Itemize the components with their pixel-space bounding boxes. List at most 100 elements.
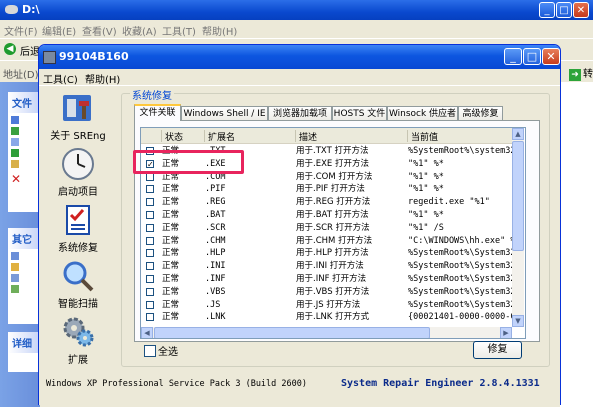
row-ext: .JS [205,299,221,310]
explorer-menu-file[interactable]: 文件(F) [4,23,38,38]
table-row[interactable]: 正常 .REG 用于.REG 打开方法 regedit.exe "%1" [141,196,513,208]
window-title-bar[interactable]: 99104B160 _ □ ✕ [39,45,560,69]
explorer-menu-favorites[interactable]: 收藏(A) [122,23,157,38]
sidebar-item-smart-scan[interactable]: 智能扫描 [44,259,112,310]
sidebar-label: 扩展 [68,355,88,366]
row-value: %SystemRoot%\System32\ [408,299,512,310]
task-panel-details: 详细 [8,332,40,372]
scroll-up-icon[interactable]: ▲ [512,128,524,140]
sidebar-item-startup[interactable]: 启动项目 [44,147,112,198]
minimize-icon[interactable]: _ [539,2,555,18]
address-label: 地址(D) [3,70,39,81]
row-status: 正常 [162,261,180,272]
scroll-left-icon[interactable]: ◀ [141,327,153,338]
row-ext: .VBS [205,286,226,297]
row-ext: .SCR [205,222,226,233]
vertical-scrollbar[interactable]: ▲ ▼ [512,128,524,327]
minimize-icon[interactable]: _ [504,48,522,65]
exe-row-highlight [133,150,244,174]
table-row[interactable]: 正常 .INI 用于.INI 打开方法 %SystemRoot%\System32\ [141,260,513,272]
column-desc[interactable]: 描述 [296,130,408,143]
table-row[interactable]: 正常 .INF 用于.INF 打开方法 %SystemRoot%\System32\ [141,273,513,285]
back-label[interactable]: 后退 [20,43,40,58]
tab-hosts-file[interactable]: HOSTS 文件 [332,106,387,120]
drive-icon [5,5,18,14]
row-ext: .BAT [205,210,226,220]
table-row[interactable]: 正常 .JS 用于.JS 打开方法 %SystemRoot%\System32\ [141,299,513,311]
row-checkbox[interactable] [146,287,154,296]
task-icon [11,263,19,271]
row-status: 正常 [162,274,180,284]
tab-advanced-repair[interactable]: 高级修复 [458,106,503,120]
checkbox-box[interactable] [144,345,156,357]
row-checkbox[interactable] [146,262,154,271]
clock-icon [61,147,95,181]
tab-windows-shell-ie[interactable]: Windows Shell / IE [181,106,268,120]
scroll-down-icon[interactable]: ▼ [512,315,524,327]
explorer-menu-view[interactable]: 查看(V) [82,23,117,38]
row-value: regedit.exe "%1" [408,197,490,208]
row-checkbox[interactable] [146,249,154,258]
menu-help[interactable]: 帮助(H) [85,71,120,86]
explorer-menu-bar: 文件(F) 编辑(E) 查看(V) 收藏(A) 工具(T) 帮助(H) [0,20,593,57]
tab-winsock-providers[interactable]: Winsock 供应者 [387,106,458,120]
table-row[interactable]: 正常 .HLP 用于.HLP 打开方法 %SystemRoot%\System32\ [141,247,513,259]
row-desc: 用于.SCR 打开方法 [296,222,370,233]
row-value: %SystemRoot%\System32\ [408,286,512,297]
table-row[interactable]: 正常 .PIF 用于.PIF 打开方法 "%1" %* [141,183,513,195]
table-row[interactable]: 正常 .BAT 用于.BAT 打开方法 "%1" %* [141,209,513,221]
maximize-icon[interactable]: □ [556,2,572,18]
column-ext[interactable]: 扩展名 [205,130,296,143]
maximize-icon[interactable]: □ [523,48,541,65]
status-brand: System Repair Engineer 2.8.4.1331 [341,378,540,389]
explorer-menu-tools[interactable]: 工具(T) [162,23,196,38]
table-row[interactable]: 正常 .VBS 用于.VBS 打开方法 %SystemRoot%\System32\ [141,286,513,298]
row-checkbox[interactable] [146,185,154,194]
menu-tools[interactable]: 工具(C) [43,71,78,86]
explorer-menu-edit[interactable]: 编辑(E) [42,23,76,38]
column-check[interactable] [141,130,162,142]
row-checkbox[interactable] [146,313,154,322]
row-checkbox[interactable] [146,223,154,232]
repair-button[interactable]: 修复 [473,341,522,359]
task-panel-other-header[interactable]: 其它 [8,228,40,249]
row-desc: 用于.EXE 打开方法 [296,158,369,169]
row-value: "C:\WINDOWS\hh.exe" %1 [408,235,512,246]
row-value: "%1" %* [408,158,444,169]
close-icon[interactable]: ✕ [542,48,560,65]
close-icon[interactable]: ✕ [573,2,589,18]
explorer-menu-help[interactable]: 帮助(H) [202,23,237,38]
row-checkbox[interactable] [146,211,154,219]
sidebar-label: 系统修复 [58,243,98,254]
hscroll-thumb[interactable] [154,327,430,338]
back-icon[interactable]: ◀ [4,43,16,55]
scroll-right-icon[interactable]: ▶ [500,327,512,338]
table-row[interactable]: 正常 .LNK 用于.LNK 打开方式 {00021401-0000-0000-C00 [141,311,513,323]
group-title: 系统修复 [130,87,174,102]
row-desc: 用于.TXT 打开方法 [296,146,369,156]
table-row[interactable]: 正常 .SCR 用于.SCR 打开方法 "%1" /S [141,222,513,234]
row-desc: 用于.COM 打开方法 [296,171,373,182]
row-checkbox[interactable] [146,236,154,245]
scroll-thumb[interactable] [512,141,524,251]
row-checkbox[interactable] [146,300,154,309]
row-value: %SystemRoot%\System32\ [408,261,512,272]
column-status[interactable]: 状态 [162,130,205,143]
tab-file-association[interactable]: 文件关联 [134,104,181,121]
table-row[interactable]: 正常 .CHM 用于.CHM 打开方法 "C:\WINDOWS\hh.exe" %1 [141,235,513,247]
row-checkbox[interactable] [146,275,154,283]
select-all-checkbox[interactable]: 全选 [144,343,178,358]
task-panel-file: 文件 ✕ [8,92,40,212]
task-panel-details-header[interactable]: 详细 [8,332,40,353]
row-status: 正常 [162,286,180,297]
row-ext: .LNK [205,312,226,323]
row-desc: 用于.HLP 打开方法 [296,248,369,259]
sidebar-item-system-repair[interactable]: 系统修复 [44,203,112,254]
row-checkbox[interactable] [146,198,154,207]
sidebar-item-extension[interactable]: 扩展 [44,315,112,366]
tab-browser-addons[interactable]: 浏览器加载项 [268,106,332,120]
column-value[interactable]: 当前值 [408,130,513,143]
task-panel-file-header[interactable]: 文件 [8,92,40,113]
horizontal-scrollbar[interactable]: ◀ ▶ [141,327,512,338]
sidebar-item-about[interactable]: 关于 SREng [44,91,112,142]
